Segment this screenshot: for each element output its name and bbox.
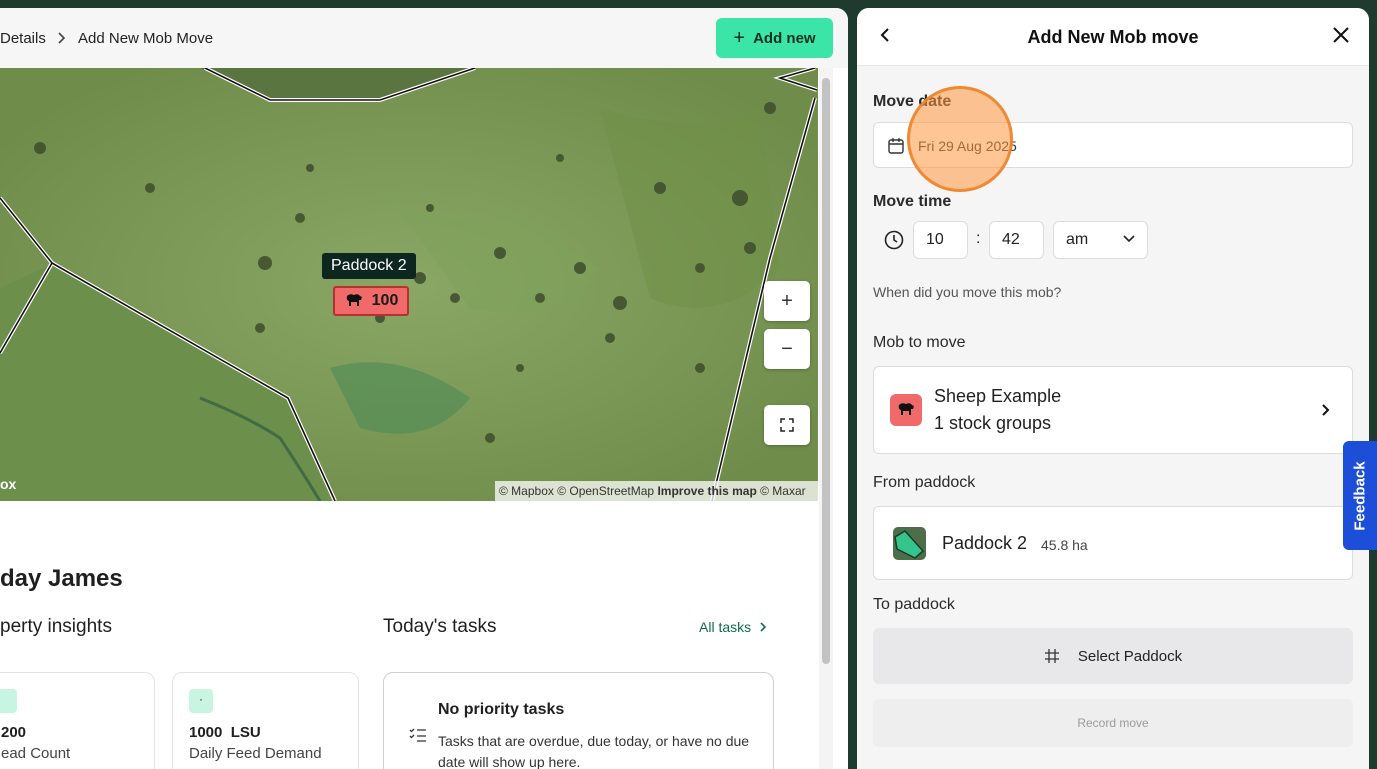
fullscreen-button[interactable] bbox=[764, 405, 810, 445]
breadcrumb-details[interactable]: Details bbox=[0, 30, 46, 47]
paddock-tooltip[interactable]: Paddock 2 bbox=[322, 253, 416, 279]
insight-label: Daily Feed Demand bbox=[189, 745, 322, 762]
move-date-label: Move date bbox=[873, 93, 952, 110]
grid-icon bbox=[1044, 649, 1059, 663]
feedback-tab[interactable]: Feedback bbox=[1343, 441, 1377, 550]
from-paddock-name: Paddock 2 bbox=[942, 533, 1028, 553]
panel-header: Add New Mob move bbox=[857, 8, 1369, 66]
mob-icon bbox=[890, 394, 922, 426]
insight-label: ead Count bbox=[1, 745, 71, 762]
mob-marker[interactable]: 100 bbox=[333, 286, 409, 316]
minute-input[interactable]: 42 bbox=[989, 221, 1044, 259]
chevron-down-icon bbox=[1123, 235, 1135, 243]
insight-value: 1000 LSU bbox=[189, 724, 261, 741]
add-new-button[interactable]: + Add new bbox=[716, 18, 833, 58]
main-panel: Details Add New Mob Move + Add new Paddo… bbox=[0, 8, 848, 769]
insight-card-feed-demand[interactable]: · 1000 LSU Daily Feed Demand bbox=[172, 672, 359, 769]
move-date-input[interactable]: Fri 29 Aug 2025 bbox=[873, 122, 1353, 168]
ampm-select[interactable]: am bbox=[1053, 221, 1148, 259]
time-help-text: When did you move this mob? bbox=[873, 284, 1062, 300]
insight-value: 200 bbox=[1, 724, 27, 741]
calendar-icon bbox=[888, 138, 904, 154]
mob-count: 100 bbox=[371, 292, 399, 309]
insights-title: perty insights bbox=[0, 616, 112, 637]
select-paddock-button[interactable]: Select Paddock bbox=[873, 628, 1353, 684]
greeting: day James bbox=[0, 565, 123, 592]
time-separator: : bbox=[976, 230, 981, 247]
sheep-icon bbox=[898, 403, 914, 415]
from-paddock-label: From paddock bbox=[873, 474, 976, 491]
insight-card-head-count[interactable]: 200 ead Count bbox=[0, 672, 155, 769]
map-attribution: © Mapbox © OpenStreetMap Improve this ma… bbox=[495, 481, 818, 501]
fullscreen-icon bbox=[780, 418, 794, 432]
tasks-empty-heading: No priority tasks bbox=[438, 701, 565, 718]
mob-select-card[interactable]: Sheep Example 1 stock groups bbox=[873, 366, 1353, 454]
all-tasks-link[interactable]: All tasks bbox=[699, 619, 767, 635]
mapbox-logo: ox bbox=[0, 476, 17, 492]
mob-to-move-label: Mob to move bbox=[873, 334, 966, 351]
chevron-right-icon bbox=[1322, 404, 1330, 416]
map[interactable]: Paddock 2 100 + − ox © Mapbox © OpenStre… bbox=[0, 68, 818, 501]
tasks-title: Today's tasks bbox=[383, 616, 497, 637]
from-paddock-card: Paddock 2 45.8 ha bbox=[873, 506, 1353, 580]
insight-badge: · bbox=[189, 689, 213, 713]
paddock-thumbnail bbox=[893, 527, 926, 560]
improve-map-link[interactable]: Improve this map bbox=[657, 484, 756, 498]
zoom-in-button[interactable]: + bbox=[764, 281, 810, 321]
clock-icon bbox=[884, 230, 904, 250]
priority-tasks-card: No priority tasks Tasks that are overdue… bbox=[383, 672, 774, 769]
from-paddock-area: 45.8 ha bbox=[1041, 537, 1088, 553]
close-icon[interactable] bbox=[1331, 25, 1351, 45]
zoom-out-button[interactable]: − bbox=[764, 329, 810, 369]
plus-icon: + bbox=[733, 27, 746, 49]
top-bar: Details Add New Mob Move + Add new bbox=[0, 8, 848, 68]
breadcrumb-current: Add New Mob Move bbox=[78, 30, 214, 47]
tasks-empty-description: Tasks that are overdue, due today, or ha… bbox=[438, 733, 750, 769]
record-move-button[interactable]: Record move bbox=[873, 699, 1353, 747]
sheep-icon bbox=[346, 294, 362, 306]
satellite-terrain bbox=[0, 68, 818, 501]
move-time-label: Move time bbox=[873, 193, 952, 210]
add-mob-move-panel: Add New Mob move Move date Fri 29 Aug 20… bbox=[857, 8, 1369, 769]
move-date-value: Fri 29 Aug 2025 bbox=[918, 138, 1017, 154]
scrollbar-thumb[interactable] bbox=[822, 78, 830, 664]
chevron-right-icon bbox=[58, 32, 66, 44]
checklist-icon bbox=[409, 728, 426, 742]
mob-name: Sheep Example bbox=[934, 386, 1062, 406]
panel-title: Add New Mob move bbox=[1027, 27, 1199, 47]
to-paddock-label: To paddock bbox=[873, 596, 955, 613]
insight-badge bbox=[0, 689, 17, 713]
mob-stock-groups: 1 stock groups bbox=[934, 413, 1052, 433]
chevron-right-icon bbox=[760, 622, 767, 632]
hour-input[interactable]: 10 bbox=[913, 221, 968, 259]
